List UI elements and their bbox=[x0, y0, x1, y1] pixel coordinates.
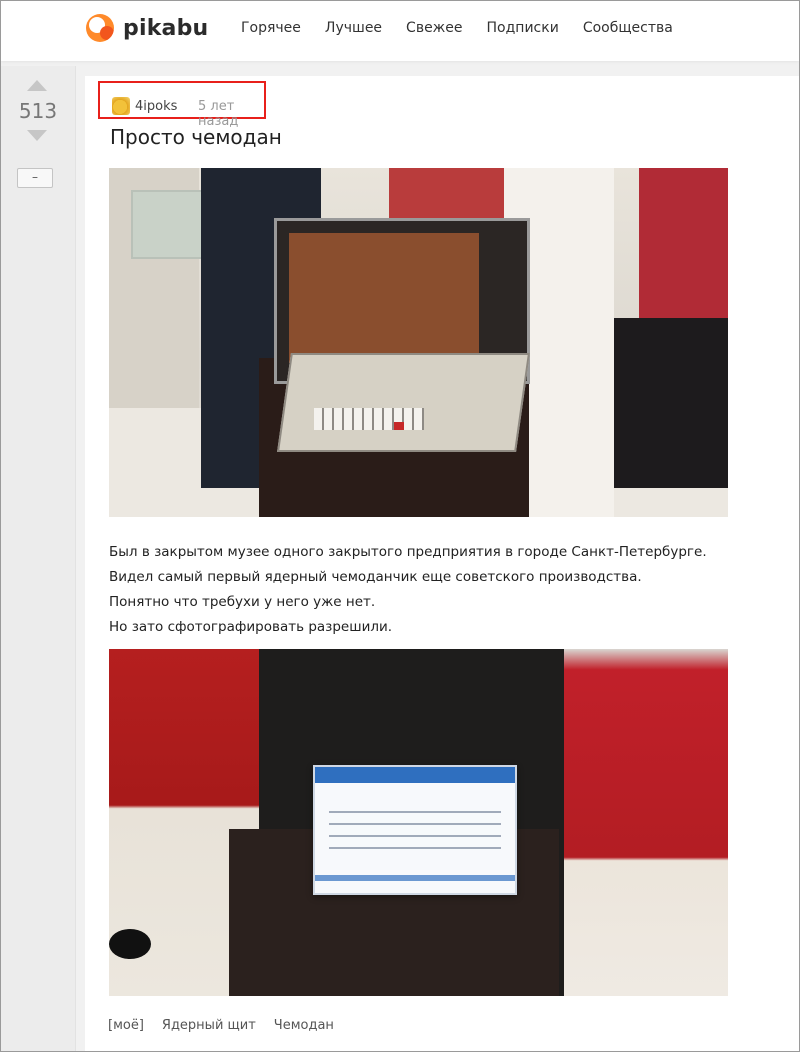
exhibit-sign-caption bbox=[329, 811, 501, 855]
story-paragraph: Но зато сфотографировать разрешили. bbox=[109, 619, 393, 635]
story-text: Был в закрытом музее одного закрытого пр… bbox=[109, 540, 707, 640]
nav-hot[interactable]: Горячее bbox=[241, 20, 301, 36]
author-name[interactable]: 4ipoks bbox=[135, 99, 177, 114]
vote-rail: 513 – bbox=[1, 66, 76, 1051]
story-paragraph: Понятно что требухи у него уже нет. bbox=[109, 594, 376, 610]
tag-nuclear-shield[interactable]: Ядерный щит bbox=[162, 1018, 256, 1033]
nav-communities[interactable]: Сообщества bbox=[583, 20, 673, 36]
author-avatar[interactable] bbox=[112, 97, 130, 115]
rating-count: 513 bbox=[18, 99, 58, 123]
story-card: 4ipoks 5 лет назад Просто чемодан Был в … bbox=[85, 76, 799, 1051]
main-nav: Горячее Лучшее Свежее Подписки Сообществ… bbox=[241, 20, 673, 36]
nav-best[interactable]: Лучшее bbox=[325, 20, 382, 36]
story-title[interactable]: Просто чемодан bbox=[110, 125, 282, 149]
pikabu-logo[interactable]: pikabu bbox=[86, 14, 208, 42]
logo-text: pikabu bbox=[123, 15, 209, 41]
tag-moe[interactable]: [моё] bbox=[108, 1018, 144, 1033]
collapse-story-button[interactable]: – bbox=[17, 168, 53, 188]
story-paragraph: Был в закрытом музее одного закрытого пр… bbox=[109, 544, 707, 560]
top-header: pikabu Горячее Лучшее Свежее Подписки Со… bbox=[1, 1, 799, 61]
museum-sign-photo[interactable] bbox=[109, 649, 728, 996]
downvote-arrow-icon[interactable] bbox=[27, 130, 47, 141]
tag-suitcase[interactable]: Чемодан bbox=[274, 1018, 334, 1033]
suitcase-photo[interactable] bbox=[109, 168, 728, 517]
exhibit-sign bbox=[313, 765, 517, 895]
author-highlight-box: 4ipoks 5 лет назад bbox=[98, 81, 266, 129]
nav-fresh[interactable]: Свежее bbox=[406, 20, 462, 36]
tag-list: [моё] Ядерный щит Чемодан bbox=[108, 1018, 334, 1033]
story-paragraph: Видел самый первый ядерный чемоданчик ещ… bbox=[109, 569, 642, 585]
upvote-arrow-icon[interactable] bbox=[27, 80, 47, 91]
nav-subscriptions[interactable]: Подписки bbox=[487, 20, 559, 36]
pikabu-logo-icon bbox=[86, 14, 114, 42]
